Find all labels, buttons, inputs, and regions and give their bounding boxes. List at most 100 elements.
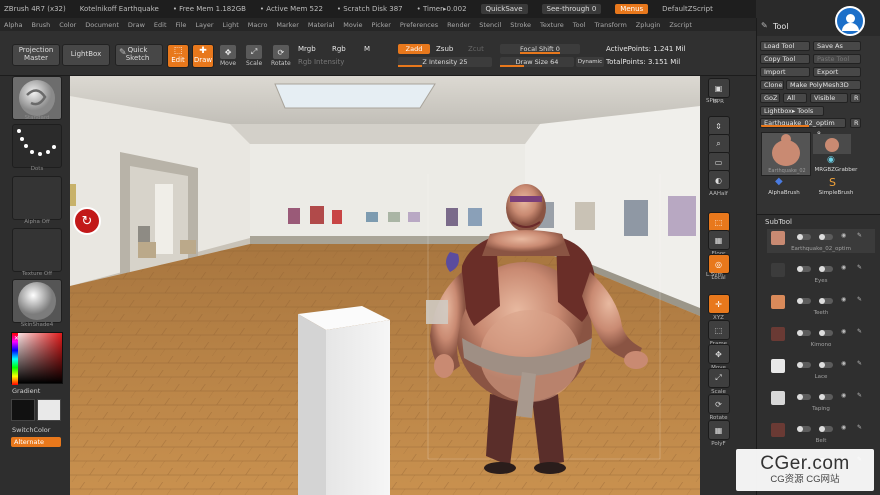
subtool-row[interactable]: ◉ ✎ Teeth [767,293,875,317]
edit-button[interactable]: ⬚ Edit [167,44,189,68]
focal-shift-slider[interactable]: Focal Shift 0 [500,44,580,54]
menus-toggle[interactable]: Menus [615,4,649,14]
subtool-toggle[interactable] [797,362,811,368]
dynamic-toggle[interactable]: Dynamic [576,57,604,67]
polyf-button[interactable]: ▦ PolyF [707,420,730,447]
subtool-toggle[interactable] [797,394,811,400]
aahalf-button[interactable]: ◐ AAHalf [707,170,730,197]
save-as-button[interactable]: Save As [813,41,861,51]
floor-button[interactable]: ▦Floor [707,230,730,257]
frame-button[interactable]: ⬚Frame [707,320,730,347]
zsub-button[interactable]: Zsub [436,45,453,53]
export-button[interactable]: Export [813,67,861,77]
menu-picker[interactable]: Picker [372,21,391,29]
menu-file[interactable]: File [176,21,187,29]
menu-color[interactable]: Color [59,21,76,29]
subtool-toggle[interactable] [819,266,833,272]
rotate-button[interactable]: ⟳ Rotate [707,394,730,421]
menu-document[interactable]: Document [85,21,119,29]
subtool-row[interactable]: ◉ ✎ Belt [767,421,875,445]
paste-tool-button[interactable]: Paste Tool [813,54,861,64]
zadd-button[interactable]: Zadd [398,44,430,54]
rgb-button[interactable]: Rgb [332,45,346,53]
menu-stroke[interactable]: Stroke [510,21,531,29]
texture-selector[interactable] [12,228,62,272]
eye-icon[interactable]: ◉ [841,361,849,367]
user-avatar-icon[interactable] [835,6,865,36]
menu-texture[interactable]: Texture [540,21,564,29]
menu-zscript[interactable]: Zscript [669,21,692,29]
gradient-label[interactable]: Gradient [12,387,40,395]
lightbox-button[interactable]: LightBox [62,44,110,66]
lsym-slider[interactable]: L.Sym [706,272,723,278]
mrgb-button[interactable]: Mrgb [298,45,316,53]
move-button[interactable]: ✥ Move [220,45,236,67]
zcut-button[interactable]: Zcut [468,45,484,53]
subtool-row[interactable]: ◉ ✎ Taping [767,389,875,413]
menu-brush[interactable]: Brush [31,21,50,29]
current-tool-slider[interactable]: Earthquake_02_optim [760,118,846,128]
eye-icon[interactable]: ◉ [841,393,849,399]
brush-icon[interactable]: ✎ [857,425,865,431]
menu-movie[interactable]: Movie [343,21,362,29]
subtool-row[interactable]: ◉ ✎ Kimono [767,325,875,349]
subtool-toggle[interactable] [819,298,833,304]
tool-thumb-small[interactable] [813,134,851,154]
default-zscript-button[interactable]: DefaultZScript [662,5,713,13]
spix-slider[interactable]: SPix [706,98,717,104]
import-button[interactable]: Import [760,67,810,77]
canvas-viewport[interactable]: ↻ [70,76,700,495]
menu-edit[interactable]: Edit [154,21,167,29]
menu-layer[interactable]: Layer [195,21,213,29]
stroke-selector[interactable] [12,124,62,168]
brush-selector[interactable] [12,76,62,120]
all-button[interactable]: All [783,93,807,103]
eye-icon[interactable]: ◉ [841,297,849,303]
subtool-toggle[interactable] [797,266,811,272]
visible-button[interactable]: Visible [810,93,848,103]
m-button[interactable]: M [364,45,370,53]
load-tool-button[interactable]: Load Tool [760,41,810,51]
brush-icon[interactable]: ✎ [857,265,865,271]
subtool-row[interactable]: ◉ ✎ Eyes [767,261,875,285]
rotate-button[interactable]: ⟳ Rotate [271,45,291,67]
clone-button[interactable]: Clone [760,80,784,90]
menu-macro[interactable]: Macro [248,21,268,29]
subtool-toggle[interactable] [819,426,833,432]
alternate-button[interactable]: Alternate [11,437,61,447]
see-through-slider[interactable]: See-through 0 [541,4,602,14]
brush-icon[interactable]: ✎ [857,233,865,239]
menu-light[interactable]: Light [223,21,239,29]
eye-icon[interactable]: ◉ [841,425,849,431]
tool-thumb-earthquake[interactable]: Earthquake_02 [761,132,811,176]
eye-icon[interactable]: ◉ [841,329,849,335]
subtool-toggle[interactable] [797,234,811,240]
subtool-toggle[interactable] [797,426,811,432]
material-selector[interactable] [12,279,62,323]
menu-transform[interactable]: Transform [594,21,626,29]
r-button-2[interactable]: R [850,118,861,128]
r-button[interactable]: R [850,93,861,103]
subtool-row[interactable]: ◉ ✎ Earthquake_02_optim [767,229,875,253]
brush-icon[interactable]: ✎ [857,297,865,303]
subtool-toggle[interactable] [819,362,833,368]
menu-draw[interactable]: Draw [128,21,145,29]
make-polymesh-button[interactable]: Make PolyMesh3D [786,80,861,90]
mrgbz-grabber-label[interactable]: MRGBZGrabber [813,167,859,173]
switchcolor-button[interactable]: SwitchColor [12,426,50,434]
simple-brush-label[interactable]: SimpleBrush [813,190,859,196]
subtool-toggle[interactable] [797,330,811,336]
menu-material[interactable]: Material [308,21,334,29]
goz-button[interactable]: GoZ [760,93,780,103]
menu-preferences[interactable]: Preferences [400,21,438,29]
subtool-toggle[interactable] [819,330,833,336]
eye-icon[interactable]: ◉ [841,233,849,239]
brush-icon[interactable]: ✎ [857,361,865,367]
draw-size-slider[interactable]: Draw Size 64 [500,57,574,67]
main-color-swatch[interactable] [11,399,35,421]
alpha-brush-label[interactable]: AlphaBrush [761,190,807,196]
menu-tool[interactable]: Tool [573,21,586,29]
brush-icon[interactable]: ✎ [857,329,865,335]
brush-icon[interactable]: ✎ [857,393,865,399]
subtool-row[interactable]: ◉ ✎ Lace [767,357,875,381]
